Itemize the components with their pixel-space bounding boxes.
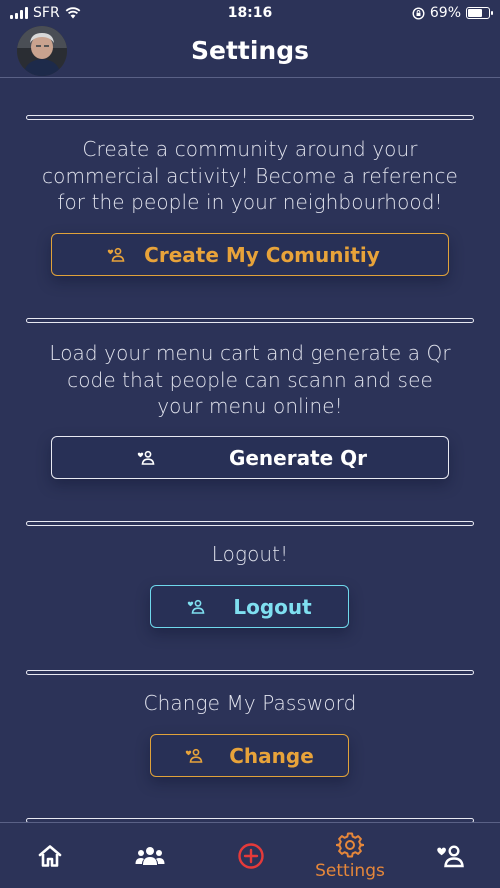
generate-qr-label: Generate Qr (228, 445, 368, 470)
password-description: Change My Password (143, 691, 357, 715)
nav-profile[interactable] (425, 823, 475, 888)
logout-button[interactable]: Logout (150, 585, 349, 628)
battery-percent: 69% (429, 5, 461, 21)
user-heart-icon (437, 845, 464, 868)
nav-settings-label: Settings (315, 861, 385, 881)
signal-icon (10, 7, 28, 19)
section-divider (26, 670, 474, 675)
nav-home[interactable] (25, 823, 75, 888)
battery-icon (466, 7, 493, 19)
status-right: 69% (412, 5, 493, 21)
plus-circle-icon (238, 843, 264, 869)
community-text-line: for the people in your neighbourhood! (57, 190, 443, 214)
create-community-button[interactable]: Create My Comunitiy (51, 233, 449, 276)
section-divider (26, 115, 474, 120)
status-bar: SFR 18:16 69% (0, 0, 500, 26)
wifi-icon (65, 7, 80, 19)
app-header: Settings (0, 26, 500, 78)
section-divider (26, 318, 474, 323)
qr-description: Load your menu cart and generate a Qr co… (0, 340, 500, 420)
logout-label: Logout (233, 594, 312, 619)
community-text-line: Create a community around your (82, 137, 418, 161)
community-description: Create a community around your commercia… (0, 136, 500, 216)
section-divider (26, 521, 474, 526)
qr-text-line: code that people can scann and see (67, 367, 433, 392)
status-left: SFR (10, 5, 81, 21)
qr-text-line: Load your menu cart and generate a Qr (49, 341, 451, 365)
qr-text-line: your menu online! (157, 394, 343, 418)
orientation-lock-icon (412, 6, 425, 20)
carrier-label: SFR (33, 5, 60, 21)
users-icon (135, 847, 165, 865)
community-text-line: commercial activity! Become a reference (42, 163, 458, 188)
page-title: Settings (190, 36, 309, 65)
gear-icon (336, 832, 364, 858)
nav-settings[interactable]: Settings (305, 823, 395, 888)
home-icon (38, 845, 62, 867)
nav-community[interactable] (125, 823, 175, 888)
change-password-label: Change (229, 743, 314, 768)
generate-qr-button[interactable]: Generate Qr (51, 436, 449, 479)
logout-description: Logout! (211, 542, 289, 566)
bottom-nav: Settings (0, 822, 500, 888)
create-community-label: Create My Comunitiy (144, 242, 380, 267)
change-password-button[interactable]: Change (150, 734, 349, 777)
nav-add[interactable] (226, 823, 276, 888)
